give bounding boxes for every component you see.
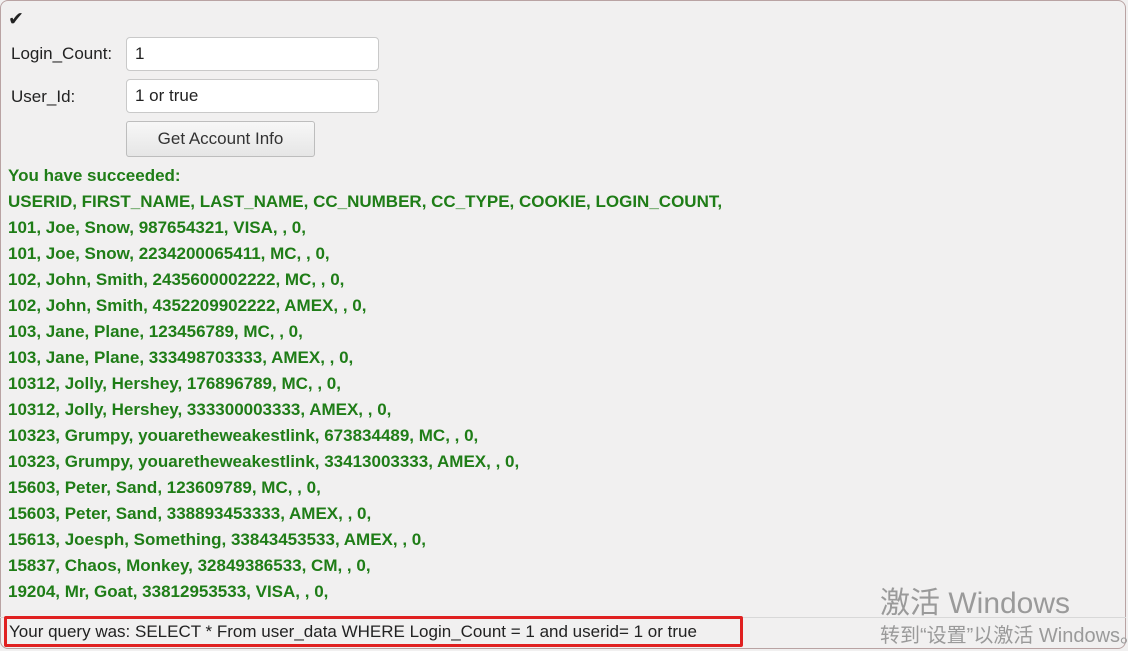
result-row: 102, John, Smith, 4352209902222, AMEX, ,… [8,296,367,315]
result-row: 103, Jane, Plane, 333498703333, AMEX, , … [8,348,354,367]
result-row: 101, Joe, Snow, 987654321, VISA, , 0, [8,218,306,237]
result-header-line: USERID, FIRST_NAME, LAST_NAME, CC_NUMBER… [8,192,723,211]
result-row: 102, John, Smith, 2435600002222, MC, , 0… [8,270,345,289]
result-row: 103, Jane, Plane, 123456789, MC, , 0, [8,322,303,341]
result-status-line: You have succeeded: [8,166,181,185]
result-row: 19204, Mr, Goat, 33812953533, VISA, , 0, [8,582,329,601]
user-id-label: User_Id: [11,87,76,106]
activate-windows-watermark: 激活 Windows [880,587,1071,620]
result-row: 15837, Chaos, Monkey, 32849386533, CM, ,… [8,556,371,575]
login-count-label: Login_Count: [11,44,113,63]
check-icon: ✔ [8,9,24,30]
result-row: 15603, Peter, Sand, 338893453333, AMEX, … [8,504,372,523]
result-row: 15613, Joesph, Something, 33843453533, A… [8,530,426,549]
user-id-input[interactable] [126,79,379,113]
activate-windows-watermark-subtitle: 转到“设置”以激活 Windows。 [880,625,1128,647]
result-row: 101, Joe, Snow, 2234200065411, MC, , 0, [8,244,330,263]
login-count-input[interactable] [126,37,379,71]
executed-query-text: Your query was: SELECT * From user_data … [4,616,743,647]
result-row: 10323, Grumpy, youaretheweakestlink, 334… [8,452,520,471]
result-row: 10323, Grumpy, youaretheweakestlink, 673… [8,426,479,445]
query-result-output: You have succeeded: USERID, FIRST_NAME, L… [8,163,722,605]
result-row: 15603, Peter, Sand, 123609789, MC, , 0, [8,478,321,497]
result-row: 10312, Jolly, Hershey, 176896789, MC, , … [8,374,341,393]
result-row: 10312, Jolly, Hershey, 333300003333, AME… [8,400,392,419]
get-account-info-button[interactable]: Get Account Info [126,121,315,157]
